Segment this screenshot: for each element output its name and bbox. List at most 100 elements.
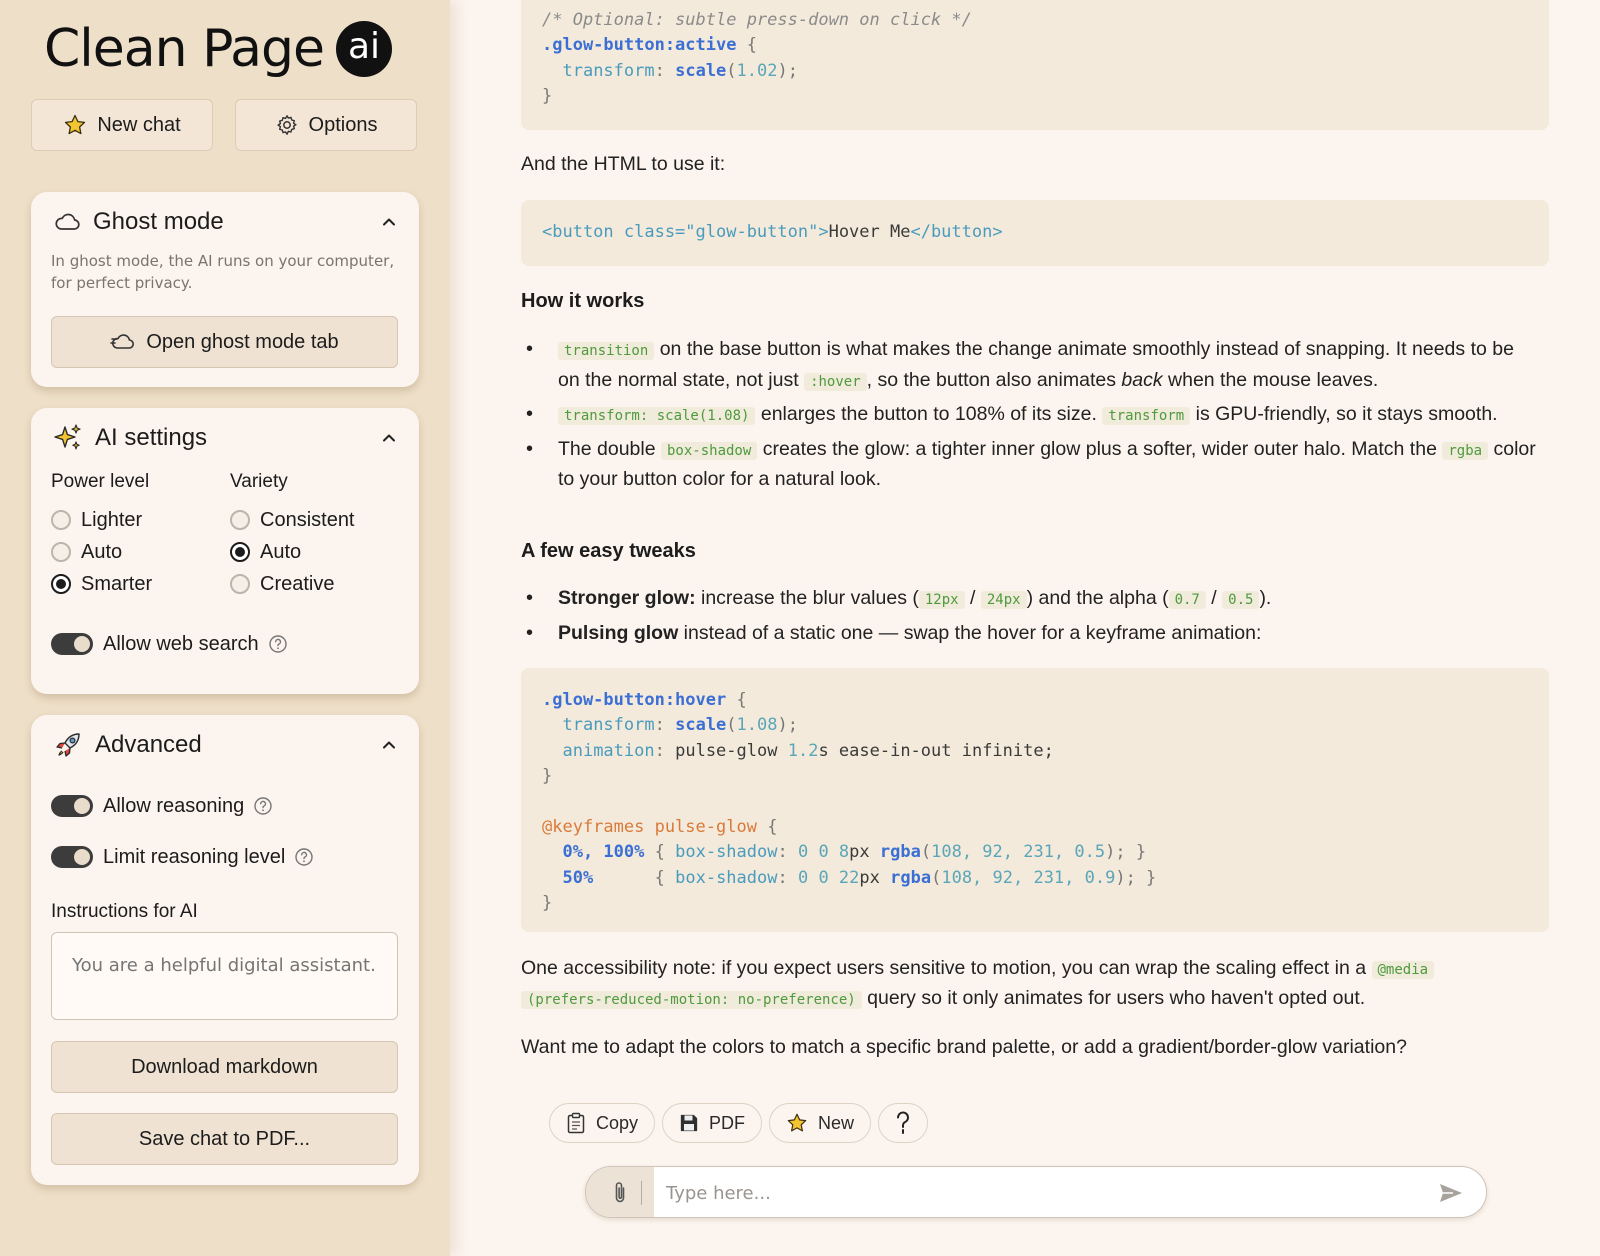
inline-code: 0.7 [1168, 591, 1206, 609]
code-number: 108, 92, 231, 0.5 [931, 842, 1106, 863]
help-circle-icon[interactable] [253, 796, 273, 816]
logo-text: Clean Page [44, 19, 325, 79]
new-chat-button[interactable]: New chat [31, 99, 213, 151]
code-function: rgba [890, 867, 932, 888]
ai-settings-card: AI settings Power level Variety Lighter … [31, 408, 419, 694]
variety-option-auto[interactable]: Auto [230, 540, 301, 564]
power-option-auto[interactable]: Auto [51, 540, 122, 564]
code-number: 0 0 22 [797, 867, 860, 888]
code-keyframe-key: 0%, 100% [562, 842, 645, 863]
code-value: s ease-in-out infinite; [818, 740, 1054, 761]
list-text: / [964, 587, 981, 609]
inline-code: box-shadow [661, 441, 758, 460]
code-function: scale [675, 60, 727, 81]
ghost-cloud-icon [110, 334, 135, 349]
how-it-works-list: transition on the base button is what ma… [521, 335, 1541, 494]
advanced-title: Advanced [95, 731, 202, 758]
tweaks-list: Stronger glow: increase the blur values … [521, 584, 1541, 647]
chevron-up-icon[interactable] [381, 430, 397, 446]
chat-input[interactable] [666, 1167, 1426, 1217]
list-text: The double [558, 437, 661, 460]
list-text: / [1205, 587, 1223, 609]
open-ghost-mode-tab-label: Open ghost mode tab [146, 330, 339, 353]
inline-code: transform: scale(1.08) [558, 407, 756, 425]
rocket-icon [56, 733, 80, 757]
code-block-html: <button class="glow-button">Hover Me</bu… [521, 200, 1549, 266]
accessibility-note: One accessibility note: if you expect us… [521, 954, 1541, 1014]
code-property: box-shadow [675, 842, 778, 863]
new-chat-label: New chat [97, 113, 181, 136]
save-chat-pdf-button[interactable]: Save chat to PDF... [51, 1113, 398, 1165]
inline-code: @media [1371, 961, 1435, 979]
ai-settings-header[interactable]: AI settings [53, 422, 397, 454]
list-text: ). [1259, 587, 1272, 609]
list-item: The double box-shadow creates the glow: … [521, 435, 1541, 494]
variety-option-consistent[interactable]: Consistent [230, 508, 355, 532]
download-markdown-button[interactable]: Download markdown [51, 1041, 398, 1093]
chevron-up-icon[interactable] [381, 214, 397, 230]
inline-code: 24px [980, 591, 1027, 609]
app-logo[interactable]: Clean Page ai [44, 14, 392, 84]
advanced-header[interactable]: Advanced [53, 729, 397, 761]
instructions-label: Instructions for AI [51, 901, 198, 922]
list-item: Stronger glow: increase the blur values … [521, 584, 1541, 615]
code-open-tag: <button class="glow-button"> [542, 222, 829, 242]
allow-reasoning-toggle[interactable] [51, 795, 93, 817]
variety-option-label: Auto [260, 540, 302, 563]
inline-code: transform [1102, 407, 1191, 425]
code-function: rgba [879, 842, 921, 863]
limit-reasoning-toggle[interactable] [51, 846, 93, 868]
code-number: 1.08 [736, 715, 778, 736]
help-circle-icon[interactable] [268, 634, 288, 654]
allow-web-search-toggle[interactable] [51, 633, 93, 655]
variety-option-creative[interactable]: Creative [230, 572, 334, 596]
radio-button-selected[interactable] [51, 574, 71, 594]
cloud-icon [55, 213, 80, 230]
question-mark-icon [897, 1111, 910, 1134]
inline-code: 12px [918, 591, 965, 609]
copy-button[interactable]: Copy [549, 1103, 656, 1143]
help-button[interactable] [878, 1103, 929, 1143]
bold-text: Pulsing glow [558, 621, 679, 644]
send-icon[interactable] [1438, 1182, 1464, 1204]
clipboard-icon [567, 1112, 585, 1134]
power-option-label: Lighter [81, 508, 143, 531]
radio-button-selected[interactable] [230, 542, 250, 562]
open-ghost-mode-tab-button[interactable]: Open ghost mode tab [51, 316, 398, 368]
code-at-rule: @keyframes pulse-glow [542, 817, 757, 838]
options-button[interactable]: Options [235, 99, 417, 151]
inline-code: transition [558, 342, 655, 360]
new-button[interactable]: New [769, 1103, 872, 1143]
limit-reasoning-row: Limit reasoning level [51, 844, 314, 870]
radio-button[interactable] [51, 542, 71, 562]
star-icon [787, 1113, 807, 1132]
chevron-up-icon[interactable] [381, 737, 397, 753]
radio-button[interactable] [51, 510, 71, 530]
help-circle-icon[interactable] [294, 847, 314, 867]
power-option-smarter[interactable]: Smarter [51, 572, 152, 596]
list-text: is GPU-friendly, so it stays smooth. [1190, 403, 1498, 425]
radio-button[interactable] [230, 574, 250, 594]
instructions-textarea[interactable] [51, 932, 398, 1020]
emphasis-text: back [1121, 368, 1163, 391]
ghost-mode-header[interactable]: Ghost mode [53, 206, 397, 238]
star-icon [65, 114, 86, 135]
code-comment: /* Optional: subtle press-down on click … [542, 10, 972, 30]
pdf-button[interactable]: PDF [662, 1103, 763, 1143]
power-level-label: Power level [51, 471, 150, 492]
code-property: animation [562, 740, 655, 761]
radio-button[interactable] [230, 510, 250, 530]
paragraph-text: One accessibility note: if you expect us… [521, 957, 1372, 979]
code-property: transform [562, 60, 655, 81]
advanced-card: Advanced Allow reasoning Limit reasoning… [31, 715, 419, 1185]
allow-web-search-label: Allow web search [103, 632, 259, 655]
attach-button[interactable] [586, 1167, 654, 1217]
power-option-lighter[interactable]: Lighter [51, 508, 142, 532]
inline-code: 0.5 [1222, 591, 1260, 609]
message-composer [585, 1166, 1487, 1218]
logo-badge: ai [336, 21, 392, 77]
sidebar: Clean Page ai New chat Options Ghost mod… [0, 0, 450, 1256]
message-actions: Copy PDF New [549, 1103, 935, 1143]
inline-code: :hover [804, 372, 867, 391]
code-text: Hover Me [828, 222, 911, 242]
